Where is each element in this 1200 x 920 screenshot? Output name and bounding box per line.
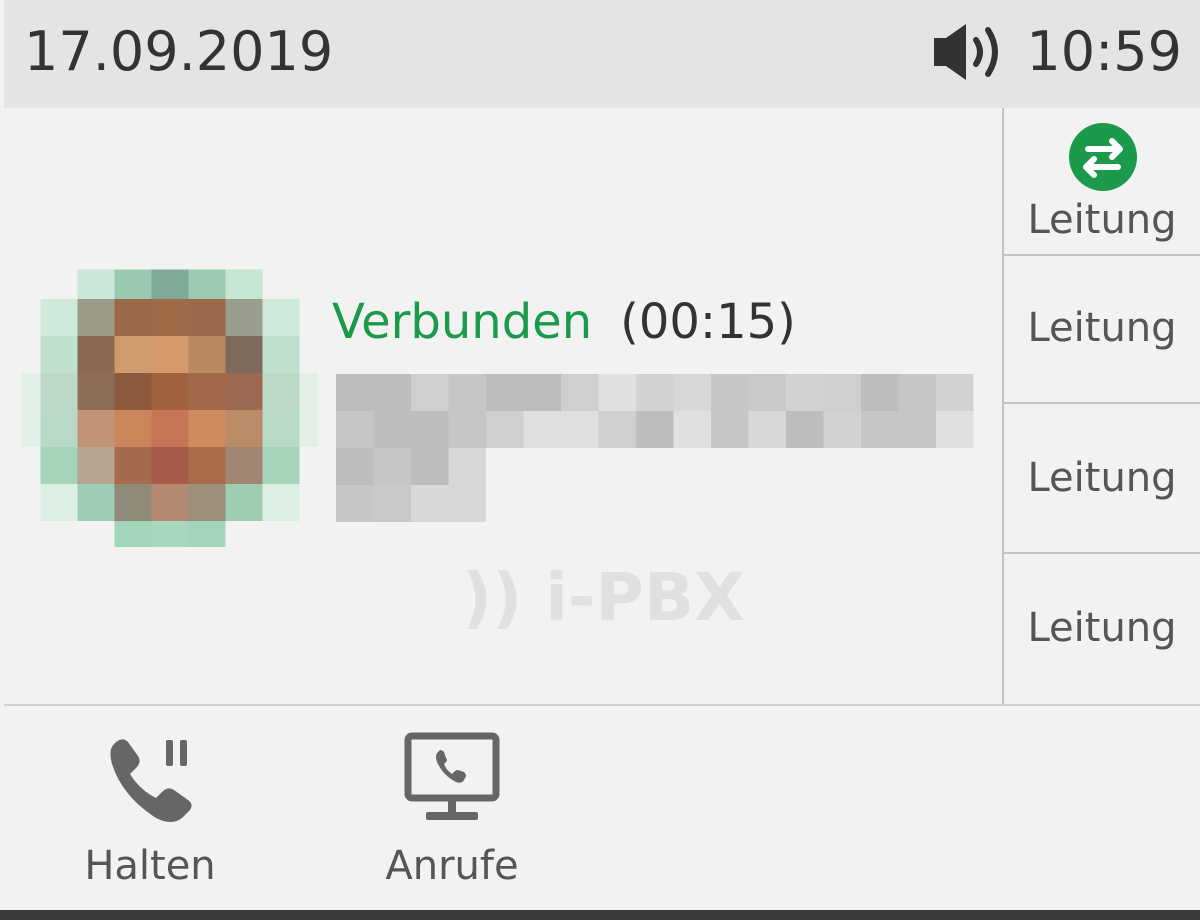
call-duration: (00:15) xyxy=(620,294,796,350)
status-right: 10:59 xyxy=(930,20,1182,84)
caller-name-pixelated xyxy=(336,374,974,522)
softkey-bar: Halten Anrufe xyxy=(4,706,1200,910)
status-time: 10:59 xyxy=(1026,20,1182,83)
calls-label: Anrufe xyxy=(385,843,519,889)
phone-hold-icon xyxy=(110,739,192,822)
line-key-4[interactable]: Leitung xyxy=(1004,556,1200,704)
line-key-2[interactable]: Leitung xyxy=(1004,256,1200,404)
caller-avatar xyxy=(22,269,318,547)
line-key-label: Leitung xyxy=(1027,305,1177,351)
hold-button[interactable]: Halten xyxy=(50,720,250,890)
speaker-volume-icon xyxy=(934,24,999,80)
call-state: Verbunden xyxy=(332,294,593,350)
call-area: Verbunden (00:15) )) i-PBX xyxy=(4,108,1002,704)
line-keys-panel: Leitung Leitung Leitung Leitung xyxy=(1002,108,1200,704)
phone-screen: 17.09.2019 10:59 Verbunden (00:15))) i-… xyxy=(0,0,1200,920)
call-status-line: Verbunden (00:15) xyxy=(332,292,796,352)
line-key-label: Leitung xyxy=(1027,605,1177,651)
line-key-label: Leitung xyxy=(1027,197,1177,243)
screen-bottom-edge xyxy=(0,910,1200,920)
line-key-label: Leitung xyxy=(1027,455,1177,501)
calls-button[interactable]: Anrufe xyxy=(352,720,552,890)
brand-watermark: )) i-PBX xyxy=(462,559,745,636)
line-key-1[interactable]: Leitung xyxy=(1004,108,1200,256)
status-date: 17.09.2019 xyxy=(24,20,334,83)
transfer-arrows-icon xyxy=(1069,123,1137,191)
line-key-3[interactable]: Leitung xyxy=(1004,406,1200,554)
hold-label: Halten xyxy=(84,843,216,889)
monitor-phone-icon xyxy=(404,732,500,820)
status-bar: 17.09.2019 10:59 xyxy=(4,0,1200,108)
